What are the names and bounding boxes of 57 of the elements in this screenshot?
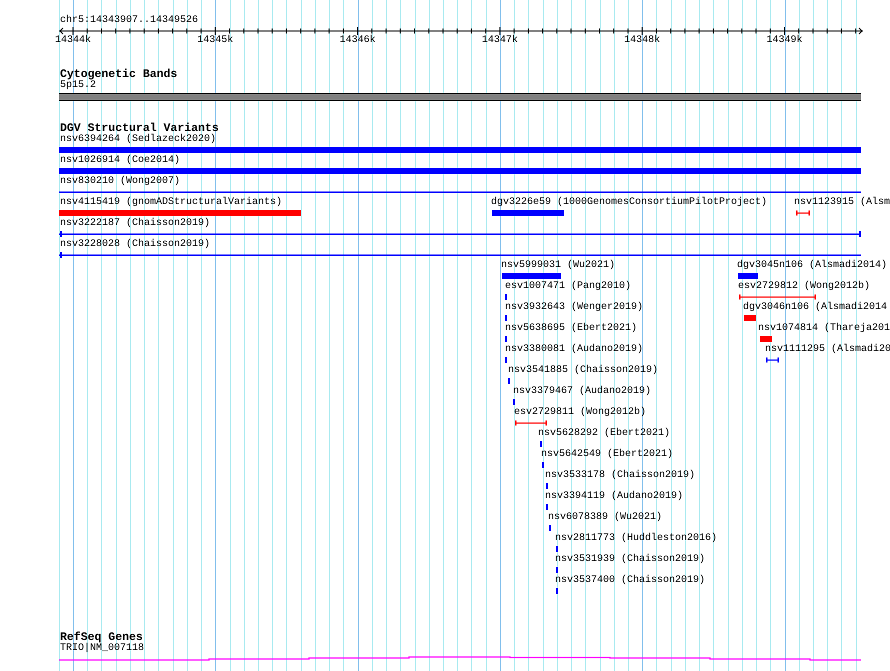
feature-label: esv2729811 (Wong2012b)	[514, 407, 646, 419]
feature-label: nsv6394264 (Sedlazeck2020)	[60, 134, 216, 146]
tick-label: 14349k	[765, 35, 804, 47]
variant-bar[interactable]	[59, 168, 861, 174]
feature-label: nsv3380081 (Audano2019)	[505, 344, 644, 356]
feature-label: nsv3537400 (Chaisson2019)	[555, 575, 706, 587]
feature-label: esv1007471 (Pang2010)	[505, 281, 632, 293]
feature-label: nsv3222187 (Chaisson2019)	[60, 218, 210, 230]
feature-label: nsv3932643 (Wenger2019)	[505, 302, 644, 314]
track-title: Cytogenetic Bands	[60, 68, 178, 81]
feature-label: nsv3531939 (Chaisson2019)	[555, 554, 706, 566]
tick-label: 14348k	[623, 35, 662, 47]
feature-label: dgv3226e59 (1000GenomesConsortiumPilotProject)	[491, 197, 768, 209]
track-title: RefSeq Genes	[60, 631, 143, 644]
tick-label: 14345k	[196, 35, 234, 47]
feature-label: dgv3045n106 (Alsmadi2014)	[737, 260, 888, 272]
tick-label: 14347k	[480, 35, 519, 47]
feature-label: dgv3046n106 (Alsmadi2014	[743, 302, 888, 314]
tick-label: 14344k	[54, 35, 92, 47]
variant-bar[interactable]	[738, 273, 758, 279]
transcript-line[interactable]	[59, 655, 861, 661]
variant-line[interactable]	[59, 252, 861, 258]
feature-label: nsv6078389 (Wu2021)	[548, 512, 662, 524]
feature-label: nsv3533178 (Chaisson2019)	[545, 470, 696, 482]
variant-line[interactable]	[59, 189, 861, 195]
feature-label: nsv5642549 (Ebert2021)	[541, 449, 674, 461]
feature-label: nsv3394119 (Audano2019)	[545, 491, 684, 503]
feature-label: nsv3541885 (Chaisson2019)	[508, 365, 658, 377]
variant-range[interactable]	[766, 357, 779, 363]
variant-bar[interactable]	[59, 210, 301, 216]
feature-label: nsv2811773 (Huddleston2016)	[555, 533, 718, 545]
variant-bar[interactable]	[744, 315, 756, 321]
feature-label: TRIO|NM_007118	[60, 643, 144, 655]
feature-label: nsv830210 (Wong2007)	[60, 176, 180, 188]
feature-label: esv2729812 (Wong2012b)	[738, 281, 870, 293]
tick-label: 14346k	[338, 35, 377, 47]
feature-label: nsv5628292 (Ebert2021)	[538, 428, 670, 440]
feature-label: nsv4115419 (gnomADStructuralVariants)	[60, 197, 282, 209]
variant-range[interactable]	[796, 210, 810, 216]
track-title: DGV Structural Variants	[60, 122, 219, 135]
feature-label: nsv1123915 (Alsm	[794, 197, 890, 209]
feature-label: nsv5999031 (Wu2021)	[501, 260, 616, 272]
feature-label: nsv3379467 (Audano2019)	[513, 386, 652, 398]
variant-range[interactable]	[739, 294, 816, 300]
variant-range[interactable]	[515, 420, 547, 426]
cytoband-bar[interactable]	[59, 93, 861, 101]
location-label: chr5:14343907..14349526	[60, 15, 198, 27]
feature-label: nsv3228028 (Chaisson2019)	[60, 239, 210, 251]
feature-label: nsv1074814 (Thareja201	[758, 323, 890, 335]
variant-line[interactable]	[59, 231, 861, 237]
variant-bar[interactable]	[492, 210, 564, 216]
feature-label: nsv5638695 (Ebert2021)	[505, 323, 638, 335]
variant-bar[interactable]	[59, 147, 861, 153]
feature-label: 5p15.2	[60, 80, 96, 92]
variant-bar[interactable]	[760, 336, 772, 342]
variant-bar[interactable]	[502, 273, 561, 279]
feature-label: nsv1026914 (Coe2014)	[60, 155, 180, 167]
